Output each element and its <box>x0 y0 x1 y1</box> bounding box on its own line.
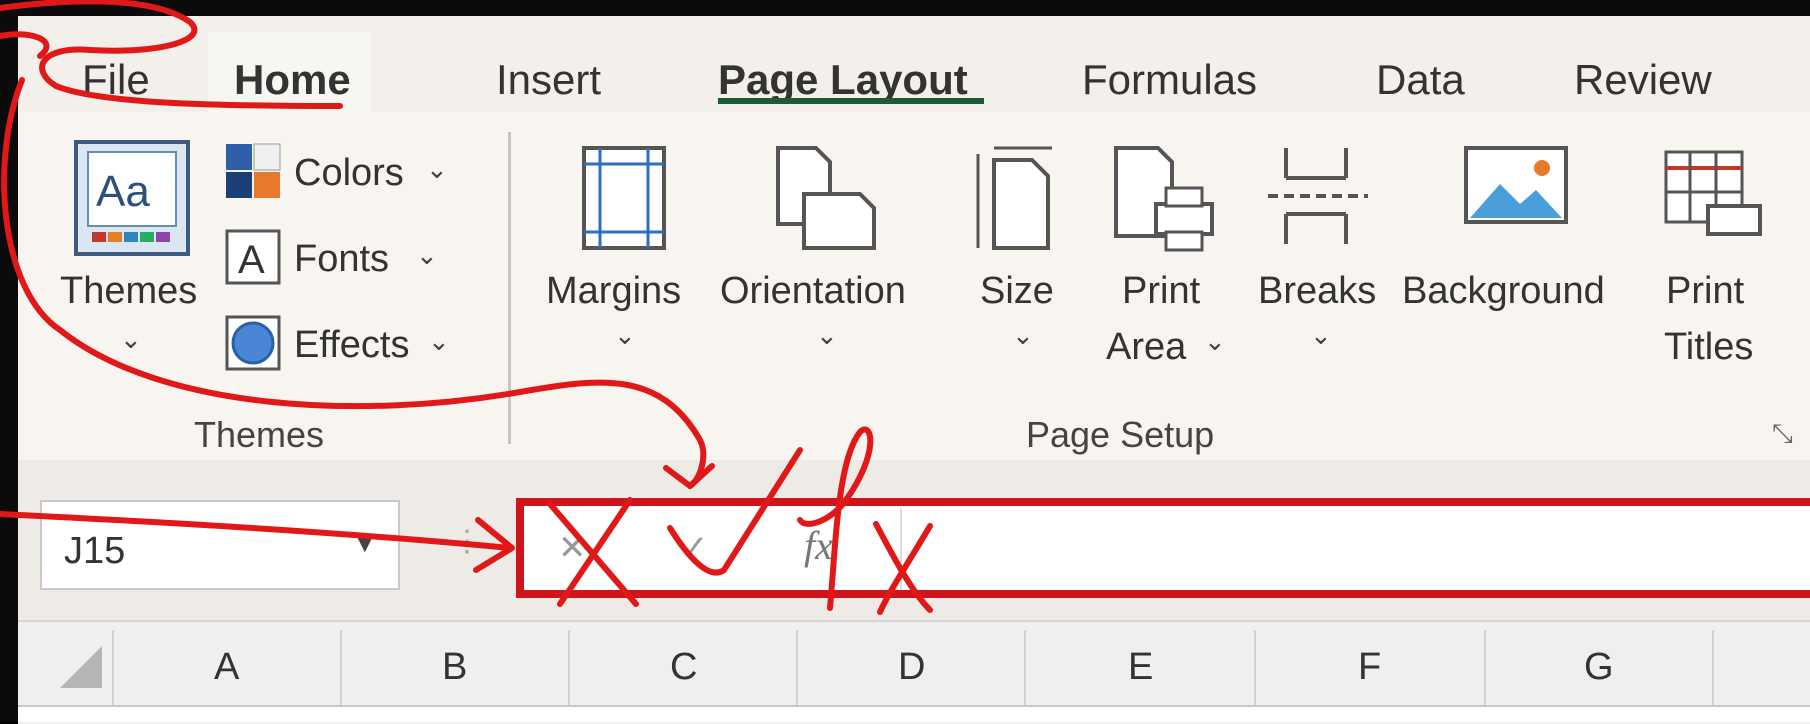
chevron-down-icon: ⌄ <box>428 326 450 356</box>
column-divider[interactable] <box>112 630 114 708</box>
svg-text:Aa: Aa <box>96 167 150 216</box>
themes-button[interactable]: Aa Themes ⌄ <box>56 136 206 376</box>
orientation-label: Orientation <box>720 270 906 312</box>
effects-label: Effects <box>294 324 410 366</box>
breaks-icon <box>1268 148 1368 244</box>
print-titles-button[interactable]: Print Titles <box>1650 140 1780 380</box>
tab-file[interactable]: File <box>82 56 150 104</box>
dialog-launcher-icon[interactable]: ⤡ <box>1772 418 1793 450</box>
orientation-icon <box>776 146 876 250</box>
group-divider <box>508 132 511 444</box>
column-divider[interactable] <box>1254 630 1256 708</box>
column-header-f[interactable]: F <box>1358 646 1381 689</box>
column-divider[interactable] <box>1712 630 1714 708</box>
effects-button[interactable]: Effects ⌄ <box>224 314 454 378</box>
enter-icon[interactable]: ✓ <box>680 528 709 568</box>
effects-icon <box>225 315 281 371</box>
tab-review[interactable]: Review <box>1574 56 1712 104</box>
chevron-down-icon: ⌄ <box>416 240 438 270</box>
active-tab-indicator <box>718 98 984 104</box>
column-header-e[interactable]: E <box>1128 646 1153 689</box>
fonts-button[interactable]: A Fonts ⌄ <box>224 228 454 292</box>
themes-icon: Aa <box>74 140 190 256</box>
tab-formulas[interactable]: Formulas <box>1082 56 1257 104</box>
column-divider[interactable] <box>340 630 342 708</box>
tab-insert[interactable]: Insert <box>496 56 601 104</box>
colors-icon <box>226 143 281 198</box>
fonts-label: Fonts <box>294 238 390 280</box>
formula-bar-grip[interactable]: ⋮ <box>452 524 482 559</box>
tab-home[interactable]: Home <box>208 32 371 124</box>
name-box-dropdown-icon[interactable]: ▼ <box>352 528 378 559</box>
print-titles-label-line2: Titles <box>1664 326 1754 368</box>
column-divider[interactable] <box>568 630 570 708</box>
svg-text:A: A <box>238 238 265 282</box>
chevron-down-icon: ⌄ <box>1204 326 1226 356</box>
background-button[interactable]: Background <box>1400 140 1636 370</box>
breaks-label: Breaks <box>1258 270 1377 312</box>
themes-group-label: Themes <box>194 414 325 455</box>
worksheet-grid[interactable] <box>18 707 1810 722</box>
print-area-icon <box>1114 146 1214 252</box>
chevron-down-icon: ⌄ <box>426 154 448 184</box>
name-box-value: J15 <box>64 530 126 572</box>
orientation-button[interactable]: Orientation ⌄ <box>716 140 936 370</box>
fonts-icon: A <box>225 229 281 285</box>
margins-label: Margins <box>546 270 682 312</box>
themes-label: Themes <box>60 270 198 312</box>
column-divider[interactable] <box>796 630 798 708</box>
chevron-down-icon: ⌄ <box>1012 320 1034 350</box>
column-header-g[interactable]: G <box>1584 646 1614 689</box>
background-label: Background <box>1402 270 1605 312</box>
cancel-icon[interactable]: ✕ <box>558 528 587 568</box>
formula-divider <box>900 508 902 590</box>
background-icon <box>1464 146 1568 224</box>
chevron-down-icon: ⌄ <box>120 324 142 354</box>
print-area-button[interactable]: Print Area ⌄ <box>1104 140 1234 380</box>
colors-label: Colors <box>294 152 404 194</box>
column-header-c[interactable]: C <box>670 646 697 689</box>
window-left-strip <box>0 0 18 722</box>
column-divider[interactable] <box>1024 630 1026 708</box>
breaks-button[interactable]: Breaks ⌄ <box>1256 140 1386 370</box>
chevron-down-icon: ⌄ <box>816 320 838 350</box>
tab-page-layout[interactable]: Page Layout <box>718 56 968 104</box>
page-setup-group-label: Page Setup <box>1026 414 1215 455</box>
column-header-b[interactable]: B <box>442 646 467 689</box>
size-button[interactable]: Size ⌄ <box>960 140 1070 370</box>
colors-button[interactable]: Colors ⌄ <box>224 142 454 206</box>
tab-data[interactable]: Data <box>1376 56 1465 104</box>
column-header-d[interactable]: D <box>898 646 925 689</box>
column-header-a[interactable]: A <box>214 646 239 689</box>
chevron-down-icon: ⌄ <box>1310 320 1332 350</box>
margins-button[interactable]: Margins ⌄ <box>542 140 708 370</box>
print-titles-label-line1: Print <box>1666 270 1745 312</box>
print-titles-icon <box>1664 150 1762 236</box>
insert-function-icon[interactable]: fx <box>804 522 833 569</box>
select-all-icon[interactable] <box>54 640 106 692</box>
print-area-label-line2: Area <box>1106 326 1187 368</box>
size-label: Size <box>980 270 1054 312</box>
chevron-down-icon: ⌄ <box>614 320 636 350</box>
size-icon <box>976 146 1052 250</box>
column-divider[interactable] <box>1484 630 1486 708</box>
formula-input[interactable] <box>912 508 1802 590</box>
margins-icon <box>582 146 666 250</box>
window-top-strip <box>0 0 1810 16</box>
print-area-label-line1: Print <box>1122 270 1201 312</box>
